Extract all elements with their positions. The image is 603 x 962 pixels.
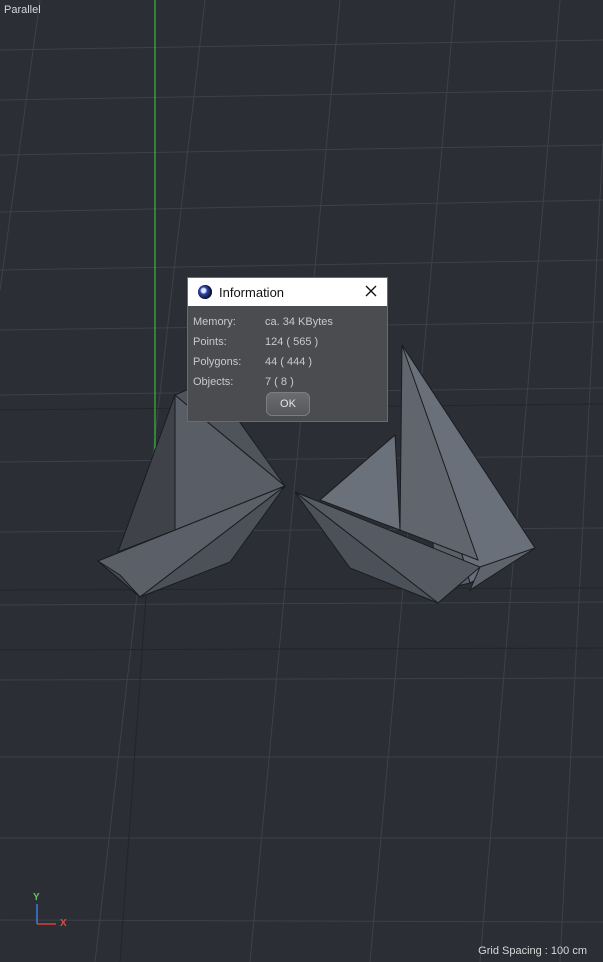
info-rows: Memory: ca. 34 KBytes Points: 124 ( 565 … — [188, 306, 387, 392]
axis-gizmo: Y X — [30, 892, 75, 937]
view-mode-label: Parallel — [4, 4, 41, 16]
close-button[interactable] — [363, 283, 379, 299]
objects-row: Objects: 7 ( 8 ) — [193, 372, 387, 392]
dialog-title: Information — [219, 284, 285, 300]
memory-value: ca. 34 KBytes — [265, 316, 333, 328]
grid-major-lines — [0, 403, 603, 962]
x-axis-label: X — [60, 918, 67, 929]
points-row: Points: 124 ( 565 ) — [193, 332, 387, 352]
objects-value: 7 ( 8 ) — [265, 376, 294, 388]
points-value: 124 ( 565 ) — [265, 336, 319, 348]
memory-row: Memory: ca. 34 KBytes — [193, 312, 387, 332]
close-icon — [365, 285, 377, 297]
memory-label: Memory: — [193, 316, 236, 328]
points-label: Points: — [193, 336, 227, 348]
ok-button[interactable]: OK — [266, 392, 310, 416]
viewport-scene — [0, 0, 603, 962]
dialog-titlebar[interactable]: Information — [188, 278, 387, 306]
grid-spacing-label: Grid Spacing : 100 cm — [478, 945, 587, 957]
polygons-row: Polygons: 44 ( 444 ) — [193, 352, 387, 372]
3d-viewport[interactable]: Parallel Y X Grid Spacing : 100 cm — [0, 0, 603, 962]
polygons-label: Polygons: — [193, 356, 242, 368]
polygons-value: 44 ( 444 ) — [265, 356, 313, 368]
objects-label: Objects: — [193, 376, 234, 388]
information-dialog: Information Memory: ca. 34 KBytes Points… — [187, 277, 388, 422]
app-logo-icon — [198, 285, 212, 299]
grid-lines — [0, 0, 603, 962]
y-axis-label: Y — [33, 892, 40, 903]
